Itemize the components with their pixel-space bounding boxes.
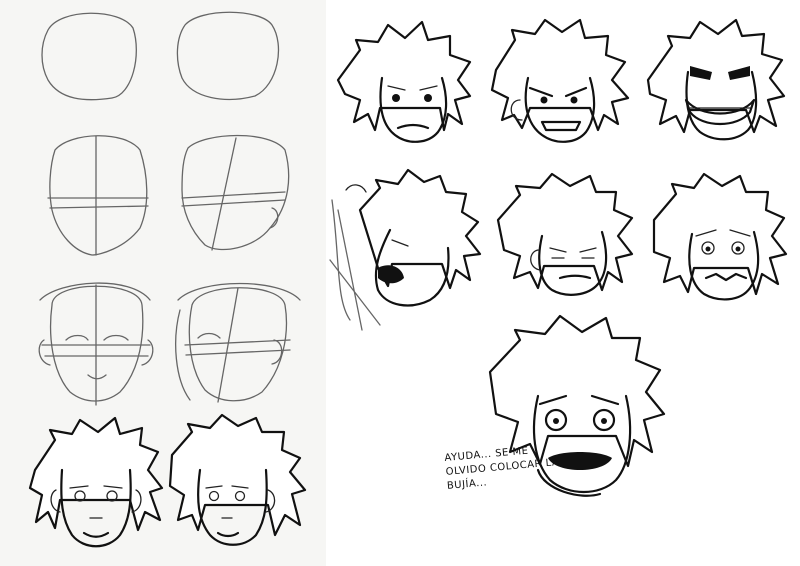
inked-head-front [28,416,164,548]
expression-worried [336,20,472,143]
head-guidelines-front [47,135,149,256]
inked-head-side [168,413,307,546]
head-oval-front [41,12,137,101]
head-features-side [175,282,301,403]
expression-angry [490,18,630,143]
expression-grinning [646,18,786,141]
expression-nervous [652,172,788,301]
head-oval-side [176,11,280,101]
head-guidelines-side [181,134,290,251]
head-features-front [38,282,154,406]
drawing-canvas [28,11,788,548]
expression-sulking [496,172,634,296]
expression-profile-shout [329,168,482,331]
